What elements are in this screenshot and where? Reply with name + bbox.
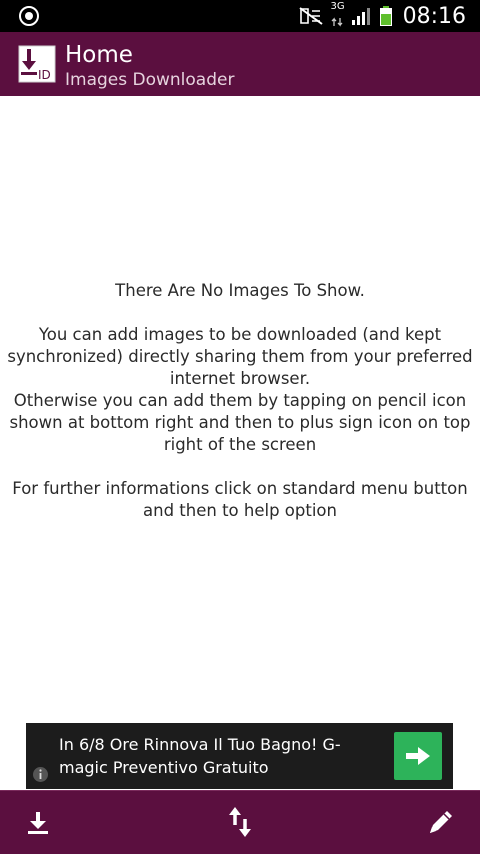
ad-text[interactable]: In 6/8 Ore Rinnova Il Tuo Bagno! G-magic… xyxy=(59,733,359,779)
edit-button[interactable] xyxy=(418,801,462,845)
logo-text: ID xyxy=(38,68,51,82)
bottom-action-bar xyxy=(0,790,480,854)
app-subtitle: Images Downloader xyxy=(65,70,235,90)
empty-paragraph-help: For further informations click on standa… xyxy=(12,479,468,520)
status-time: 08:16 xyxy=(402,3,466,29)
sync-icon xyxy=(229,807,251,837)
pencil-icon xyxy=(430,811,452,833)
sync-button[interactable] xyxy=(218,801,262,845)
ad-banner[interactable]: In 6/8 Ore Rinnova Il Tuo Bagno! G-magic… xyxy=(26,723,453,789)
ad-open-button[interactable] xyxy=(394,732,442,780)
empty-paragraph-share: You can add images to be downloaded (and… xyxy=(7,325,473,388)
signal-icon xyxy=(351,8,370,25)
battery-icon xyxy=(379,6,392,26)
empty-heading: There Are No Images To Show. xyxy=(115,281,365,300)
network-type: 3G xyxy=(330,0,345,12)
download-icon xyxy=(28,812,48,834)
empty-paragraph-pencil: Otherwise you can add them by tapping on… xyxy=(9,391,471,454)
data-arrows-icon xyxy=(332,16,343,27)
download-button[interactable] xyxy=(16,801,60,845)
info-icon[interactable] xyxy=(32,766,49,783)
app-logo-icon[interactable]: ID xyxy=(18,45,56,83)
network-indicator: 3G xyxy=(330,0,345,31)
notification-icon xyxy=(19,6,39,26)
empty-state: There Are No Images To Show. You can add… xyxy=(0,280,480,522)
arrow-right-icon xyxy=(406,747,430,765)
no-sim-icon xyxy=(299,7,324,25)
page-title: Home xyxy=(65,42,133,68)
status-bar: 3G 08:16 xyxy=(0,0,480,32)
